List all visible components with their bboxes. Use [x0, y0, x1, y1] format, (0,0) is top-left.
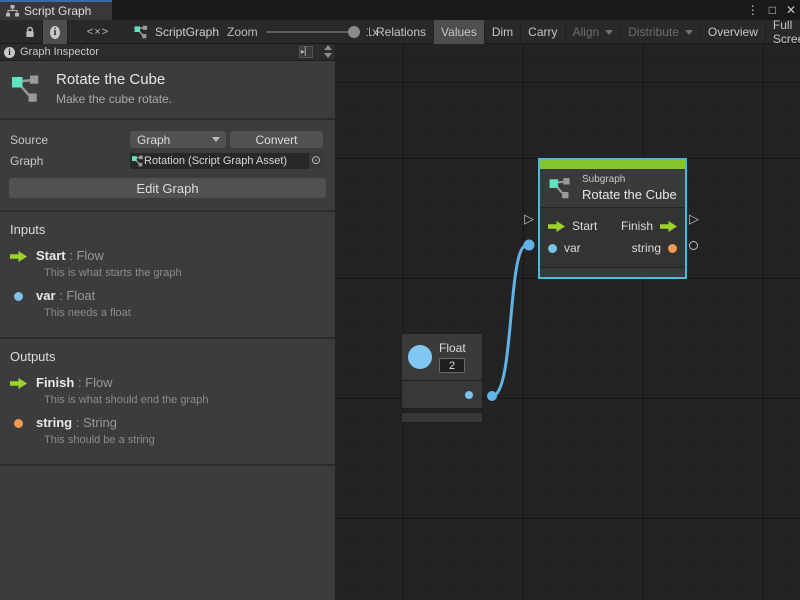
list-item: var : Float This needs a float: [10, 287, 335, 319]
subgraph-kind-label: Subgraph: [582, 174, 677, 185]
list-item: Start : Flow This is what starts the gra…: [10, 247, 335, 279]
finish-output-port[interactable]: Finish: [621, 219, 677, 233]
flow-entry-triangle-icon[interactable]: ▷: [524, 212, 534, 225]
tab-title: Script Graph: [24, 4, 91, 18]
flow-exit-triangle-icon[interactable]: ▷: [689, 212, 699, 225]
source-dropdown[interactable]: Graph: [130, 131, 226, 148]
value-port-icon: [14, 419, 23, 428]
graph-icon: [132, 155, 144, 167]
info-icon: i: [4, 47, 15, 58]
chevron-down-icon: [605, 30, 613, 35]
graph-icon: [134, 25, 149, 39]
value-port-icon: [14, 292, 23, 301]
graph-name-label: ScriptGraph: [155, 25, 219, 39]
lock-icon: [25, 26, 35, 39]
toolbar-button-group: Relations Values Dim Carry Align Distrib…: [368, 20, 800, 44]
value-port-icon: [548, 244, 557, 253]
float-node-body: [401, 381, 483, 409]
float-node-header: Float 2: [401, 333, 483, 381]
align-button[interactable]: Align: [565, 20, 621, 44]
flow-port-icon: [548, 221, 565, 232]
subgraph-node[interactable]: Subgraph Rotate the Cube Start Finish: [540, 160, 685, 277]
panel-title: Graph Inspector: [20, 46, 99, 58]
float-node-footer: [401, 412, 483, 423]
source-label: Source: [10, 133, 130, 147]
float-value-input[interactable]: 2: [439, 358, 465, 373]
graph-toolbar: i <×> ScriptGraph Zoom 1x Relations Valu…: [0, 20, 800, 44]
dock-panel-icon[interactable]: ▸▏: [299, 46, 313, 58]
float-type-icon: [408, 345, 432, 369]
panel-scroll-arrows[interactable]: [324, 45, 332, 58]
graph-canvas[interactable]: Float 2 Subgraph Rotate: [335, 44, 800, 600]
inspector-toggle-button[interactable]: i: [42, 20, 68, 44]
graph-asset-field[interactable]: Rotation (Script Graph Asset) ⊙: [130, 153, 323, 169]
distribute-button[interactable]: Distribute: [620, 20, 700, 44]
object-picker-icon[interactable]: ⊙: [309, 153, 323, 169]
graph-title: Rotate the Cube: [56, 71, 172, 88]
float-output-port[interactable]: [465, 391, 473, 399]
outputs-section: Outputs Finish : Flow This is what shoul…: [0, 339, 335, 466]
graph-title-block: Rotate the Cube Make the cube rotate.: [0, 61, 335, 120]
code-view-button[interactable]: <×>: [76, 20, 120, 44]
inputs-header: Inputs: [10, 222, 335, 237]
start-input-port[interactable]: Start: [548, 219, 597, 233]
scroll-down-icon[interactable]: [324, 53, 332, 58]
subgraph-node-footer: [540, 267, 685, 277]
list-item: Finish : Flow This is what should end th…: [10, 374, 335, 406]
script-graph-window: Script Graph ⋮ □ ✕ i <×>: [0, 0, 800, 600]
dim-button[interactable]: Dim: [484, 20, 520, 44]
subgraph-node-header: Subgraph Rotate the Cube: [540, 169, 685, 208]
relations-button[interactable]: Relations: [368, 20, 433, 44]
tab-bar: Script Graph ⋮ □ ✕: [0, 0, 800, 20]
tab-script-graph[interactable]: Script Graph: [0, 0, 112, 20]
graph-icon: [10, 74, 44, 104]
graph-icon: [548, 177, 574, 200]
overview-button[interactable]: Overview: [700, 20, 765, 44]
carry-button[interactable]: Carry: [520, 20, 564, 44]
connection-wire: [335, 44, 800, 600]
lock-button[interactable]: [18, 20, 42, 44]
var-input-port[interactable]: var: [548, 241, 581, 255]
chevron-down-icon: [685, 30, 693, 35]
convert-button[interactable]: Convert: [230, 131, 323, 148]
graph-properties: Source Graph Convert Graph: [0, 120, 335, 212]
zoom-slider[interactable]: [266, 31, 358, 33]
graph-subtitle: Make the cube rotate.: [56, 92, 172, 106]
graph-field-label: Graph: [10, 154, 130, 168]
info-icon: i: [50, 26, 60, 39]
value-port-icon: [668, 244, 677, 253]
flow-port-icon: [10, 251, 27, 262]
value-exit-circle-icon[interactable]: [689, 241, 698, 250]
flow-port-icon: [10, 378, 27, 389]
graph-inspector-panel: i Graph Inspector ▸▏ Rotate the Cube Mak…: [0, 44, 335, 600]
node-color-bar: [540, 160, 685, 169]
close-icon[interactable]: ✕: [786, 3, 796, 17]
code-icon: <×>: [87, 26, 109, 38]
float-node-title: Float: [439, 341, 466, 355]
subgraph-ports: Start Finish var string: [540, 208, 685, 265]
graph-inspector-header: i Graph Inspector ▸▏: [0, 44, 335, 61]
subgraph-node-title: Rotate the Cube: [582, 187, 677, 202]
maximize-icon[interactable]: □: [769, 3, 776, 17]
flow-port-icon: [660, 221, 677, 232]
values-button[interactable]: Values: [433, 20, 484, 44]
full-screen-button[interactable]: Full Screen: [765, 20, 800, 44]
scroll-up-icon[interactable]: [324, 45, 332, 50]
window-menu-icon[interactable]: ⋮: [747, 3, 759, 17]
string-output-port[interactable]: string: [632, 241, 677, 255]
zoom-slider-handle[interactable]: [348, 26, 360, 38]
chevron-down-icon: [212, 137, 220, 142]
float-node[interactable]: Float 2: [401, 333, 483, 423]
graph-asset-value: Rotation (Script Graph Asset): [144, 155, 309, 167]
edit-graph-button[interactable]: Edit Graph: [9, 178, 326, 198]
list-item: string : String This should be a string: [10, 414, 335, 446]
zoom-label: Zoom: [227, 25, 258, 39]
script-graph-tab-icon: [6, 5, 19, 17]
graph-breadcrumb[interactable]: ScriptGraph: [134, 20, 219, 44]
outputs-header: Outputs: [10, 349, 335, 364]
inputs-section: Inputs Start : Flow This is what starts …: [0, 212, 335, 339]
